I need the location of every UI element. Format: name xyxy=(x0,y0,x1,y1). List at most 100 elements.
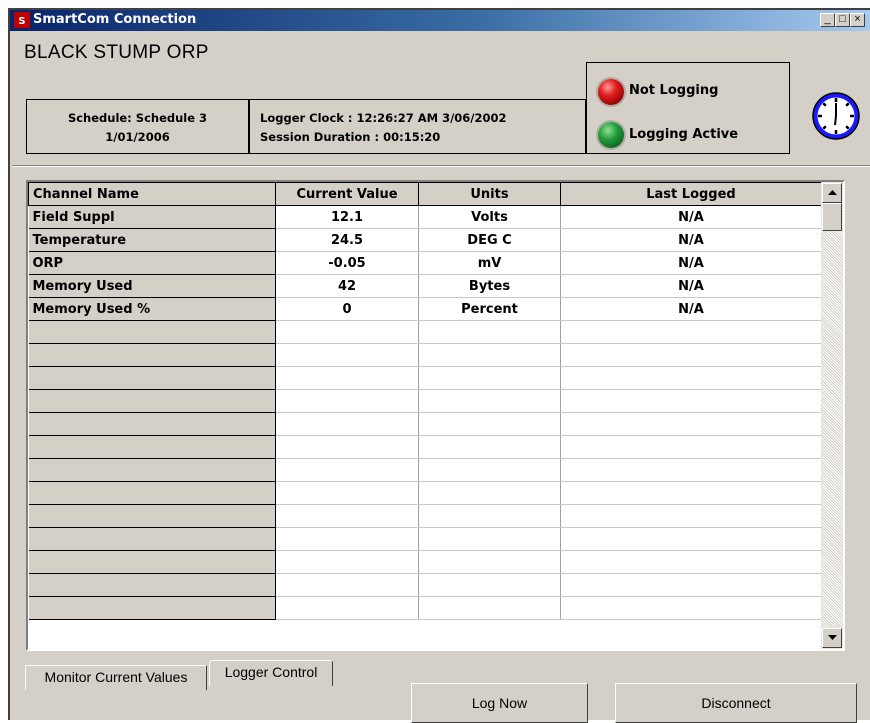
empty-cell[interactable] xyxy=(275,527,419,551)
current-value-cell[interactable]: 12.1 xyxy=(275,205,419,229)
empty-cell[interactable] xyxy=(418,389,561,413)
column-header-channel-name[interactable]: Channel Name xyxy=(28,182,276,206)
current-value-cell[interactable]: -0.05 xyxy=(275,251,419,275)
current-value-cell[interactable]: 0 xyxy=(275,297,419,321)
vertical-scrollbar[interactable] xyxy=(821,182,843,649)
empty-table-row[interactable] xyxy=(28,596,822,620)
empty-table-row[interactable] xyxy=(28,550,822,574)
scroll-up-button[interactable] xyxy=(822,183,842,203)
empty-cell[interactable] xyxy=(560,343,822,367)
empty-cell[interactable] xyxy=(560,320,822,344)
tab-monitor-current-values[interactable]: Monitor Current Values xyxy=(25,665,207,690)
table-row[interactable]: ORP -0.05 mV N/A xyxy=(28,251,822,275)
tab-logger-control[interactable]: Logger Control xyxy=(209,660,333,686)
empty-cell[interactable] xyxy=(275,573,419,597)
empty-cell[interactable] xyxy=(275,343,419,367)
empty-cell[interactable] xyxy=(418,550,561,574)
empty-cell[interactable] xyxy=(418,412,561,436)
empty-table-row[interactable] xyxy=(28,366,822,390)
empty-cell[interactable] xyxy=(275,389,419,413)
empty-cell[interactable] xyxy=(275,504,419,528)
empty-cell[interactable] xyxy=(28,596,276,620)
last-logged-cell[interactable]: N/A xyxy=(560,205,822,229)
channel-name-cell[interactable]: Memory Used % xyxy=(28,297,276,321)
empty-table-row[interactable] xyxy=(28,412,822,436)
units-cell[interactable]: mV xyxy=(418,251,561,275)
empty-table-row[interactable] xyxy=(28,504,822,528)
empty-cell[interactable] xyxy=(275,320,419,344)
empty-table-row[interactable] xyxy=(28,343,822,367)
empty-cell[interactable] xyxy=(418,481,561,505)
empty-cell[interactable] xyxy=(560,412,822,436)
empty-cell[interactable] xyxy=(28,481,276,505)
scroll-thumb[interactable] xyxy=(822,203,842,231)
empty-cell[interactable] xyxy=(560,527,822,551)
empty-cell[interactable] xyxy=(560,481,822,505)
last-logged-cell[interactable]: N/A xyxy=(560,274,822,298)
empty-cell[interactable] xyxy=(28,504,276,528)
scroll-down-button[interactable] xyxy=(822,628,842,648)
empty-cell[interactable] xyxy=(560,458,822,482)
empty-cell[interactable] xyxy=(560,435,822,459)
empty-cell[interactable] xyxy=(275,366,419,390)
empty-cell[interactable] xyxy=(275,596,419,620)
title-bar[interactable]: S SmartCom Connection _ □ × xyxy=(10,10,870,31)
channel-name-cell[interactable]: Memory Used xyxy=(28,274,276,298)
empty-cell[interactable] xyxy=(275,481,419,505)
minimize-button[interactable]: _ xyxy=(820,13,835,27)
empty-cell[interactable] xyxy=(560,366,822,390)
column-header-last-logged[interactable]: Last Logged xyxy=(560,182,822,206)
empty-cell[interactable] xyxy=(275,550,419,574)
units-cell[interactable]: Percent xyxy=(418,297,561,321)
table-row[interactable]: Memory Used 42 Bytes N/A xyxy=(28,274,822,298)
empty-cell[interactable] xyxy=(418,435,561,459)
empty-cell[interactable] xyxy=(275,435,419,459)
empty-table-row[interactable] xyxy=(28,320,822,344)
empty-cell[interactable] xyxy=(418,527,561,551)
units-cell[interactable]: DEG C xyxy=(418,228,561,252)
empty-cell[interactable] xyxy=(28,320,276,344)
channel-name-cell[interactable]: Temperature xyxy=(28,228,276,252)
empty-cell[interactable] xyxy=(560,573,822,597)
empty-table-row[interactable] xyxy=(28,573,822,597)
empty-cell[interactable] xyxy=(275,412,419,436)
column-header-current-value[interactable]: Current Value xyxy=(275,182,419,206)
empty-cell[interactable] xyxy=(418,366,561,390)
disconnect-button[interactable]: Disconnect xyxy=(615,683,857,723)
empty-cell[interactable] xyxy=(560,596,822,620)
column-header-units[interactable]: Units xyxy=(418,182,561,206)
last-logged-cell[interactable]: N/A xyxy=(560,228,822,252)
empty-cell[interactable] xyxy=(418,458,561,482)
empty-table-row[interactable] xyxy=(28,389,822,413)
empty-table-row[interactable] xyxy=(28,527,822,551)
channel-name-cell[interactable]: ORP xyxy=(28,251,276,275)
empty-cell[interactable] xyxy=(28,366,276,390)
empty-cell[interactable] xyxy=(28,527,276,551)
empty-cell[interactable] xyxy=(28,343,276,367)
empty-cell[interactable] xyxy=(560,389,822,413)
empty-cell[interactable] xyxy=(275,458,419,482)
maximize-button[interactable]: □ xyxy=(835,13,850,27)
units-cell[interactable]: Bytes xyxy=(418,274,561,298)
units-cell[interactable]: Volts xyxy=(418,205,561,229)
empty-table-row[interactable] xyxy=(28,435,822,459)
empty-cell[interactable] xyxy=(418,573,561,597)
empty-table-row[interactable] xyxy=(28,458,822,482)
last-logged-cell[interactable]: N/A xyxy=(560,297,822,321)
table-row[interactable]: Field Suppl 12.1 Volts N/A xyxy=(28,205,822,229)
channel-name-cell[interactable]: Field Suppl xyxy=(28,205,276,229)
close-button[interactable]: × xyxy=(850,13,865,27)
table-row[interactable]: Temperature 24.5 DEG C N/A xyxy=(28,228,822,252)
empty-cell[interactable] xyxy=(28,435,276,459)
empty-cell[interactable] xyxy=(418,320,561,344)
table-row[interactable]: Memory Used % 0 Percent N/A xyxy=(28,297,822,321)
log-now-button[interactable]: Log Now xyxy=(411,683,588,723)
empty-cell[interactable] xyxy=(28,458,276,482)
empty-cell[interactable] xyxy=(418,596,561,620)
empty-cell[interactable] xyxy=(418,343,561,367)
empty-cell[interactable] xyxy=(418,504,561,528)
empty-cell[interactable] xyxy=(28,412,276,436)
empty-cell[interactable] xyxy=(560,504,822,528)
current-value-cell[interactable]: 42 xyxy=(275,274,419,298)
empty-cell[interactable] xyxy=(28,573,276,597)
